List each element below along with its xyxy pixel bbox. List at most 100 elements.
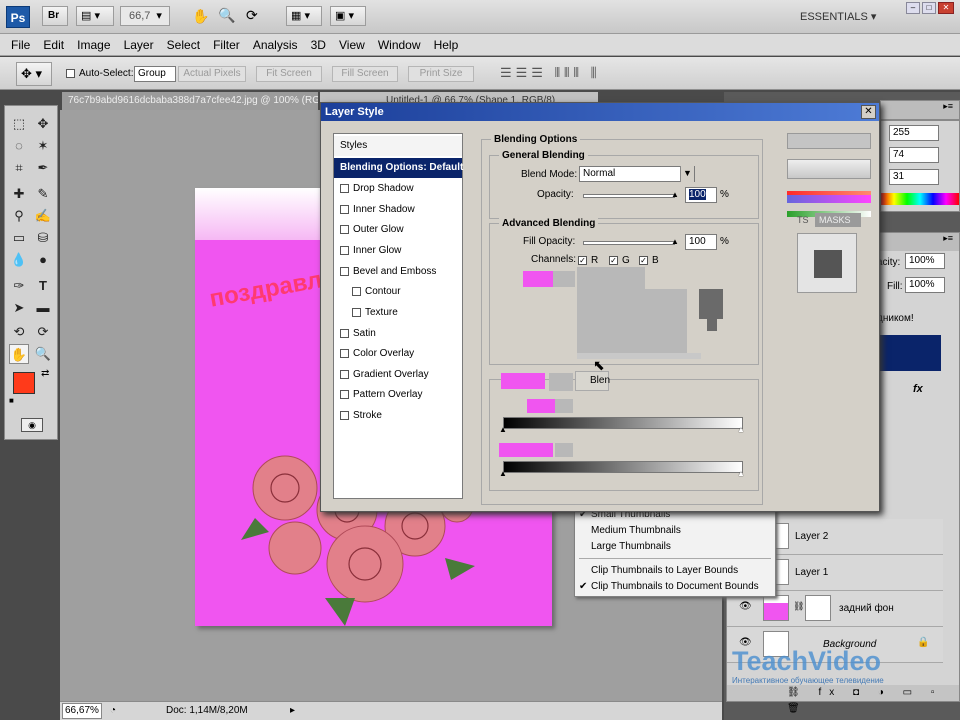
blend-mode-select[interactable]: Normal ▼: [579, 166, 695, 182]
swap-colors-icon[interactable]: ⇄: [41, 368, 49, 379]
menu-select[interactable]: Select: [162, 34, 205, 56]
preview-tab-ts[interactable]: TS: [797, 215, 809, 225]
menu-window[interactable]: Window: [373, 34, 426, 56]
print-size-button[interactable]: Print Size: [408, 66, 474, 82]
move-tool-preset-picker[interactable]: ✥ ▾: [16, 62, 52, 86]
preview-tab-masks[interactable]: MASKS: [815, 213, 861, 227]
menu-help[interactable]: Help: [429, 34, 464, 56]
satin-checkbox[interactable]: [340, 328, 349, 338]
paint-bucket-tool-icon[interactable]: ⛁: [33, 228, 53, 248]
blend-if-select[interactable]: Blen: [575, 371, 610, 391]
opacity-field[interactable]: 100: [685, 187, 717, 203]
white-point-handle-icon[interactable]: ▲: [737, 469, 745, 478]
3d-orbit-tool-icon[interactable]: ⟳: [33, 322, 53, 342]
inner-shadow-checkbox[interactable]: [340, 204, 349, 214]
black-point-handle-icon[interactable]: ▲: [499, 469, 507, 478]
style-item-satin[interactable]: Satin: [334, 324, 462, 344]
menu-analysis[interactable]: Analysis: [248, 34, 303, 56]
dialog-close-icon[interactable]: ✕: [861, 105, 876, 119]
lasso-tool-icon[interactable]: ◌: [9, 136, 29, 156]
history-brush-tool-icon[interactable]: ✍: [33, 206, 53, 226]
blur-tool-icon[interactable]: 💧: [9, 250, 29, 270]
color-r-field[interactable]: 255: [889, 125, 939, 141]
style-item-stroke[interactable]: Stroke: [334, 406, 462, 426]
opacity-slider[interactable]: [583, 194, 675, 198]
zoom-level-field[interactable]: 66,7 ▾: [120, 6, 170, 26]
magic-wand-tool-icon[interactable]: ✶: [33, 136, 53, 156]
crop-tool-icon[interactable]: ⌗: [9, 158, 29, 178]
quick-mask-icon[interactable]: ◉: [21, 418, 43, 432]
slider-handle-icon[interactable]: ▲: [671, 190, 679, 199]
menu-image[interactable]: Image: [72, 34, 115, 56]
menu-filter[interactable]: Filter: [208, 34, 245, 56]
style-item-bevel-emboss[interactable]: Bevel and Emboss: [334, 262, 462, 282]
clone-stamp-tool-icon[interactable]: ⚲: [9, 206, 29, 226]
zoom-tool-icon[interactable]: 🔍: [218, 7, 235, 24]
pen-tool-icon[interactable]: ✑: [9, 276, 29, 296]
fill-opacity-field[interactable]: 100: [685, 234, 717, 250]
maximize-icon[interactable]: □: [922, 2, 936, 14]
visibility-eye-icon[interactable]: 👁: [739, 601, 752, 612]
menu-item-large-thumbnails[interactable]: Large Thumbnails: [575, 539, 775, 555]
style-item-blending-options[interactable]: Blending Options: Default: [334, 158, 463, 178]
stroke-checkbox[interactable]: [340, 410, 349, 420]
view-extras-button[interactable]: ▤ ▾: [76, 6, 114, 26]
dialog-button-ghost-2[interactable]: [787, 159, 871, 179]
arrange-documents-button[interactable]: ▦ ▾: [286, 6, 322, 26]
style-item-gradient-overlay[interactable]: Gradient Overlay: [334, 365, 462, 385]
bridge-button[interactable]: Br: [42, 6, 68, 26]
style-item-outer-glow[interactable]: Outer Glow: [334, 220, 462, 240]
eraser-tool-icon[interactable]: ▭: [9, 228, 29, 248]
white-point-handle-icon[interactable]: ▲: [737, 425, 745, 434]
auto-select-checkbox[interactable]: [66, 69, 75, 78]
brush-tool-icon[interactable]: ✎: [33, 184, 53, 204]
drop-shadow-checkbox[interactable]: [340, 183, 349, 193]
contour-checkbox[interactable]: [352, 286, 361, 296]
menu-3d[interactable]: 3D: [306, 34, 331, 56]
rotate-view-icon[interactable]: ⟳: [246, 7, 258, 24]
foreground-color-swatch[interactable]: [13, 372, 35, 394]
shape-tool-icon[interactable]: ▬: [33, 298, 53, 318]
move-tool-icon[interactable]: ✥: [33, 114, 53, 134]
color-ramp[interactable]: [881, 193, 959, 205]
texture-checkbox[interactable]: [352, 307, 361, 317]
hand-tool-icon[interactable]: ✋: [192, 8, 209, 25]
style-item-drop-shadow[interactable]: Drop Shadow: [334, 179, 462, 199]
zoom-status-field[interactable]: 66,67%: [62, 703, 102, 719]
layers-panel-footer-buttons[interactable]: ⛓ fx ◘ ◑ ▭ ▫ 🗑: [727, 685, 959, 714]
pattern-overlay-checkbox[interactable]: [340, 389, 349, 399]
eyedropper-tool-icon[interactable]: ✒: [33, 158, 53, 178]
default-colors-icon[interactable]: ■: [9, 396, 14, 405]
channel-g-checkbox[interactable]: ✓ G: [609, 254, 630, 266]
color-overlay-checkbox[interactable]: [340, 348, 349, 358]
style-item-color-overlay[interactable]: Color Overlay: [334, 344, 462, 364]
color-g-field[interactable]: 74: [889, 147, 939, 163]
style-item-texture[interactable]: Texture: [334, 303, 462, 323]
channel-r-checkbox[interactable]: ✓ R: [578, 254, 598, 266]
style-item-contour[interactable]: Contour: [334, 282, 462, 302]
menu-item-clip-document-bounds[interactable]: ✔ Clip Thumbnails to Document Bounds: [575, 579, 775, 595]
marquee-tool-icon[interactable]: ⬚: [9, 114, 29, 134]
path-selection-tool-icon[interactable]: ➤: [9, 298, 29, 318]
slider-handle-icon[interactable]: ▲: [671, 237, 679, 246]
style-item-inner-shadow[interactable]: Inner Shadow: [334, 200, 462, 220]
bevel-emboss-checkbox[interactable]: [340, 266, 349, 276]
styles-header[interactable]: Styles: [334, 136, 462, 156]
fit-screen-button[interactable]: Fit Screen: [256, 66, 322, 82]
outer-glow-checkbox[interactable]: [340, 224, 349, 234]
workspace-switcher[interactable]: ESSENTIALS ▾: [800, 10, 876, 23]
menu-item-clip-layer-bounds[interactable]: Clip Thumbnails to Layer Bounds: [575, 563, 775, 579]
status-arrow-icon[interactable]: ▸: [290, 702, 295, 720]
dodge-tool-icon[interactable]: ●: [33, 250, 53, 270]
actual-pixels-button[interactable]: Actual Pixels: [178, 66, 246, 82]
this-layer-gradient[interactable]: [503, 417, 743, 429]
minimize-icon[interactable]: –: [906, 2, 920, 14]
layer-effects-icon[interactable]: fx: [913, 383, 923, 395]
style-item-pattern-overlay[interactable]: Pattern Overlay: [334, 385, 462, 405]
underlying-layer-gradient[interactable]: [503, 461, 743, 473]
inner-glow-checkbox[interactable]: [340, 245, 349, 255]
menu-edit[interactable]: Edit: [38, 34, 69, 56]
menu-file[interactable]: File: [6, 34, 35, 56]
black-point-handle-icon[interactable]: ▲: [499, 425, 507, 434]
menu-layer[interactable]: Layer: [119, 34, 159, 56]
